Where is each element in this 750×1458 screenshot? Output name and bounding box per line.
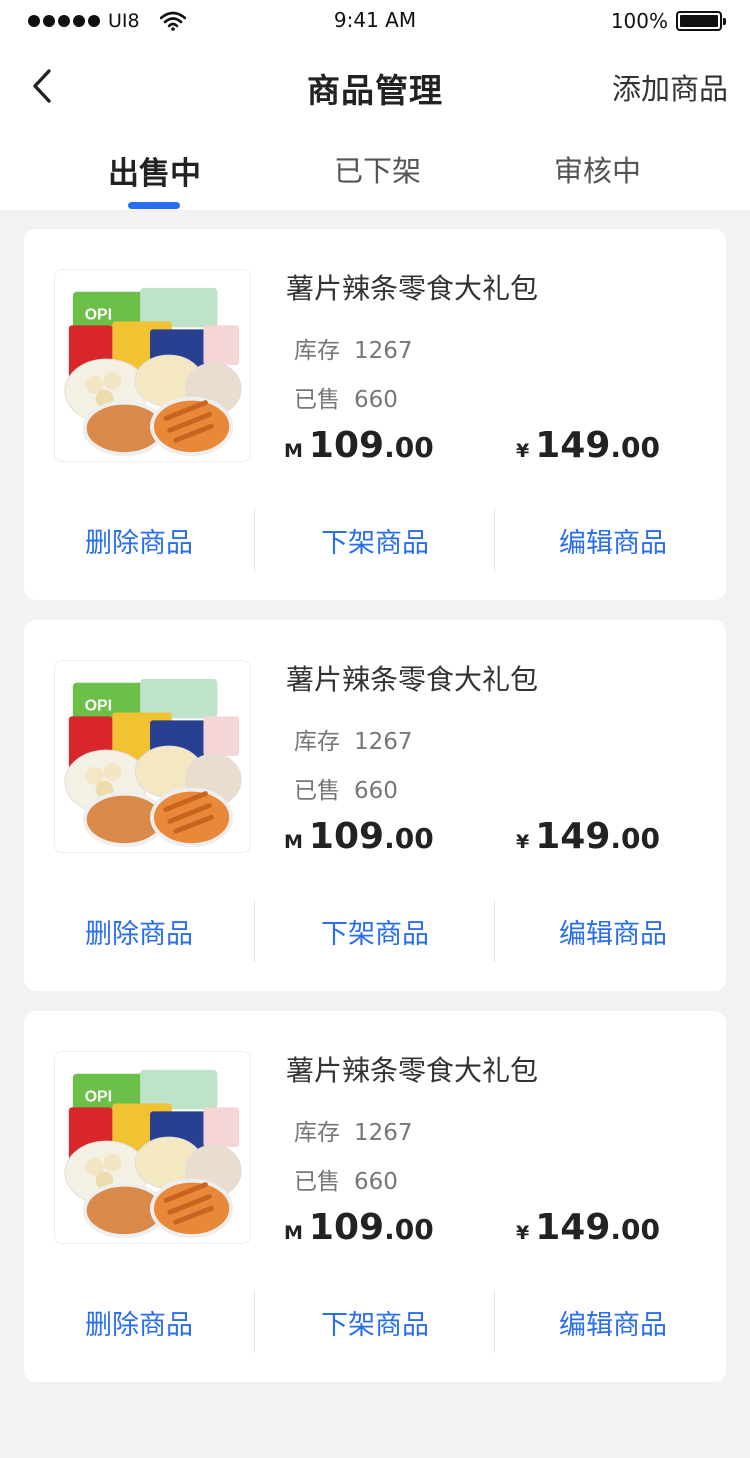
member-price: M 109.00 — [284, 425, 434, 466]
snack-pack-image: OPI — [64, 287, 242, 457]
retail-price-int: 149 — [535, 816, 611, 857]
battery-group: 100% — [610, 8, 726, 34]
delete-product-button[interactable]: 删除商品 — [24, 521, 254, 560]
product-image[interactable]: OPI — [54, 1051, 251, 1244]
tab-indicator — [128, 202, 180, 209]
battery-percent: 100% — [610, 9, 668, 33]
product-card: OPI 薯片辣条零食大礼包 库存 1267 已售 660 M 109.00 ¥149.… — [24, 229, 726, 600]
tab-under-review[interactable]: 审核中 — [554, 148, 641, 190]
member-price-dec: .00 — [384, 431, 434, 464]
card-actions: 删除商品 下架商品 编辑商品 — [24, 900, 726, 962]
member-price-currency: M — [284, 831, 303, 853]
retail-price-int: 149 — [535, 1207, 611, 1248]
sold-line: 已售 660 — [294, 1162, 398, 1196]
sold-line: 已售 660 — [294, 771, 398, 805]
retail-price-dec: .00 — [610, 1213, 660, 1246]
member-price: M 109.00 — [284, 1207, 434, 1248]
battery-icon — [676, 11, 726, 31]
action-divider — [254, 900, 255, 962]
stock-label: 库存 — [294, 338, 340, 364]
stock-line: 库存 1267 — [294, 1113, 413, 1147]
edit-product-button[interactable]: 编辑商品 — [498, 912, 728, 951]
retail-price-currency: ¥ — [516, 831, 530, 853]
product-image[interactable]: OPI — [54, 660, 251, 853]
sold-label: 已售 — [294, 1169, 340, 1195]
svg-text:OPI: OPI — [85, 1088, 112, 1105]
action-divider — [494, 509, 495, 571]
snack-pack-image: OPI — [64, 1069, 242, 1239]
product-name: 薯片辣条零食大礼包 — [286, 272, 539, 305]
member-price-int: 109 — [308, 816, 385, 857]
tab-bar: 出售中 已下架 审核中 — [0, 130, 750, 210]
stock-line: 库存 1267 — [294, 722, 413, 756]
retail-price: ¥149.00 — [516, 816, 660, 857]
retail-price: ¥149.00 — [516, 425, 660, 466]
action-divider — [254, 509, 255, 571]
member-price-currency: M — [284, 1222, 303, 1244]
snack-pack-image: OPI — [64, 678, 242, 848]
delist-product-button[interactable]: 下架商品 — [260, 912, 490, 951]
sold-value: 660 — [354, 1169, 398, 1195]
delete-product-button[interactable]: 删除商品 — [24, 912, 254, 951]
action-divider — [494, 900, 495, 962]
retail-price-dec: .00 — [610, 822, 660, 855]
retail-price-currency: ¥ — [516, 440, 530, 462]
product-image[interactable]: OPI — [54, 269, 251, 462]
action-divider — [254, 1291, 255, 1353]
card-actions: 删除商品 下架商品 编辑商品 — [24, 1291, 726, 1353]
svg-text:OPI: OPI — [85, 306, 112, 323]
product-card: OPI 薯片辣条零食大礼包 库存 1267 已售 660 M 109.00 ¥149.… — [24, 1011, 726, 1382]
stock-label: 库存 — [294, 729, 340, 755]
nav-bar: 商品管理 添加商品 — [0, 42, 750, 130]
sold-label: 已售 — [294, 387, 340, 413]
member-price: M 109.00 — [284, 816, 434, 857]
product-card: OPI 薯片辣条零食大礼包 库存 1267 已售 660 M 109.00 ¥149.… — [24, 620, 726, 991]
sold-line: 已售 660 — [294, 380, 398, 414]
member-price-dec: .00 — [384, 1213, 434, 1246]
member-price-dec: .00 — [384, 822, 434, 855]
edit-product-button[interactable]: 编辑商品 — [498, 521, 728, 560]
product-name: 薯片辣条零食大礼包 — [286, 663, 539, 696]
tab-on-sale[interactable]: 出售中 — [108, 148, 201, 193]
delete-product-button[interactable]: 删除商品 — [24, 1303, 254, 1342]
retail-price-int: 149 — [535, 425, 611, 466]
retail-price: ¥149.00 — [516, 1207, 660, 1248]
add-product-button[interactable]: 添加商品 — [612, 66, 728, 108]
stock-value: 1267 — [354, 338, 413, 364]
stock-value: 1267 — [354, 1120, 413, 1146]
retail-price-currency: ¥ — [516, 1222, 530, 1244]
svg-text:OPI: OPI — [85, 697, 112, 714]
delist-product-button[interactable]: 下架商品 — [260, 1303, 490, 1342]
card-actions: 删除商品 下架商品 编辑商品 — [24, 509, 726, 571]
sold-value: 660 — [354, 387, 398, 413]
member-price-int: 109 — [308, 1207, 385, 1248]
stock-line: 库存 1267 — [294, 331, 413, 365]
stock-label: 库存 — [294, 1120, 340, 1146]
action-divider — [494, 1291, 495, 1353]
member-price-currency: M — [284, 440, 303, 462]
tab-delisted[interactable]: 已下架 — [334, 148, 421, 190]
stock-value: 1267 — [354, 729, 413, 755]
status-bar: UI8 9:41 AM 100% — [0, 0, 750, 42]
delist-product-button[interactable]: 下架商品 — [260, 521, 490, 560]
member-price-int: 109 — [308, 425, 385, 466]
sold-label: 已售 — [294, 778, 340, 804]
product-name: 薯片辣条零食大礼包 — [286, 1054, 539, 1087]
retail-price-dec: .00 — [610, 431, 660, 464]
edit-product-button[interactable]: 编辑商品 — [498, 1303, 728, 1342]
sold-value: 660 — [354, 778, 398, 804]
